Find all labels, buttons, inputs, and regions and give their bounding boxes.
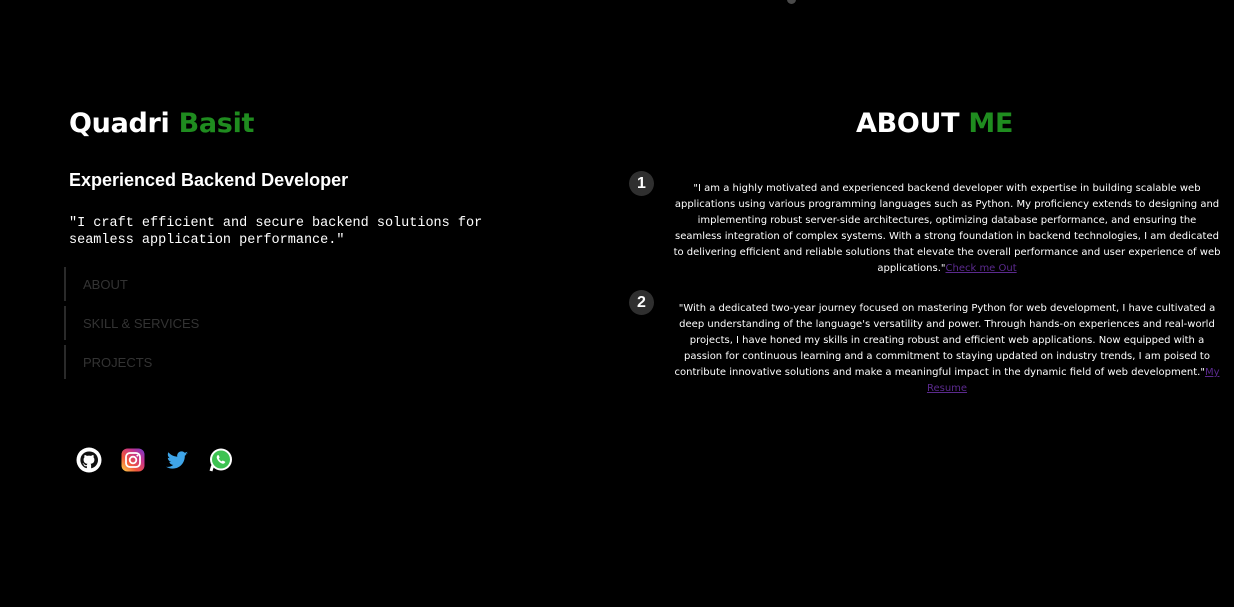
instagram-icon[interactable] (120, 447, 146, 473)
first-name: Quadri (69, 108, 170, 139)
about-item-body-1: "I am a highly motivated and experienced… (673, 183, 1221, 274)
nav-item-skills[interactable]: SKILL & SERVICES (64, 306, 199, 340)
about-item-text-1: "I am a highly motivated and experienced… (673, 181, 1221, 277)
about-heading-part2: ME (968, 108, 1014, 139)
about-item-text-2: "With a dedicated two-year journey focus… (673, 301, 1221, 397)
github-icon[interactable] (76, 447, 102, 473)
scroll-indicator-dot (787, 0, 796, 4)
about-item-body-2: "With a dedicated two-year journey focus… (674, 303, 1216, 378)
nav-item-about[interactable]: ABOUT (64, 267, 199, 301)
about-item-number-2: 2 (629, 290, 654, 315)
profile-name: Quadri Basit (69, 108, 254, 139)
nav-item-projects[interactable]: PROJECTS (64, 345, 199, 379)
about-item-number-1: 1 (629, 171, 654, 196)
whatsapp-icon[interactable] (208, 447, 234, 473)
social-links (76, 447, 252, 473)
about-heading-part1: ABOUT (856, 108, 960, 139)
profile-title: Experienced Backend Developer (69, 170, 349, 190)
check-me-out-link[interactable]: Check me Out (946, 263, 1017, 274)
about-heading: ABOUT ME (856, 108, 1013, 139)
last-name: Basit (178, 108, 255, 139)
twitter-icon[interactable] (164, 447, 190, 473)
side-nav: ABOUT SKILL & SERVICES PROJECTS (64, 267, 199, 384)
profile-tagline: "I craft efficient and secure backend so… (69, 216, 483, 248)
